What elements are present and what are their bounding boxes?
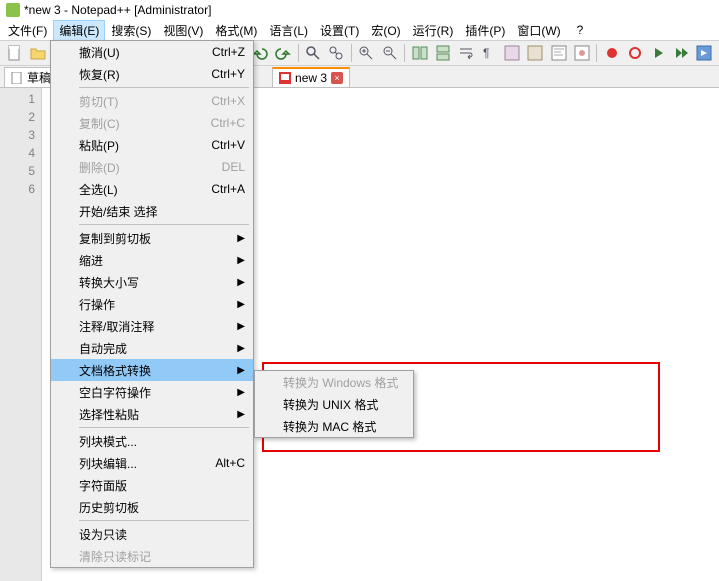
unsaved-icon bbox=[279, 72, 291, 84]
menu-eol-conversion[interactable]: 文档格式转换▶ bbox=[51, 359, 253, 381]
submenu-mac[interactable]: 转换为 MAC 格式 bbox=[255, 415, 413, 437]
indent-guide-icon[interactable] bbox=[502, 42, 523, 64]
tab-label: new 3 bbox=[295, 71, 327, 85]
document-icon bbox=[11, 72, 23, 84]
submenu-unix[interactable]: 转换为 UNIX 格式 bbox=[255, 393, 413, 415]
toolbar-separator bbox=[404, 44, 405, 62]
line-number: 2 bbox=[0, 108, 35, 126]
show-all-chars-icon[interactable]: ¶ bbox=[479, 42, 500, 64]
menu-cut[interactable]: 剪切(T)Ctrl+X bbox=[51, 90, 253, 112]
menu-delete[interactable]: 删除(D)DEL bbox=[51, 156, 253, 178]
menu-autocomplete[interactable]: 自动完成▶ bbox=[51, 337, 253, 359]
submenu-arrow-icon: ▶ bbox=[237, 343, 245, 354]
menu-line-ops[interactable]: 行操作▶ bbox=[51, 293, 253, 315]
menu-language[interactable]: 语言(L) bbox=[263, 20, 314, 41]
menu-run[interactable]: 运行(R) bbox=[407, 20, 460, 41]
toolbar-separator bbox=[298, 44, 299, 62]
function-list-icon[interactable] bbox=[571, 42, 592, 64]
zoom-out-icon[interactable] bbox=[379, 42, 400, 64]
menu-settings[interactable]: 设置(T) bbox=[314, 20, 365, 41]
line-number-gutter: 1 2 3 4 5 6 bbox=[0, 88, 42, 581]
menu-blank-ops[interactable]: 空白字符操作▶ bbox=[51, 381, 253, 403]
line-number: 4 bbox=[0, 144, 35, 162]
zoom-in-icon[interactable] bbox=[356, 42, 377, 64]
menu-set-readonly[interactable]: 设为只读 bbox=[51, 523, 253, 545]
replace-icon[interactable] bbox=[326, 42, 347, 64]
menu-view[interactable]: 视图(V) bbox=[157, 20, 209, 41]
menu-redo[interactable]: 恢复(R)Ctrl+Y bbox=[51, 63, 253, 85]
menu-separator bbox=[79, 87, 249, 88]
line-number: 1 bbox=[0, 90, 35, 108]
wrap-icon[interactable] bbox=[455, 42, 476, 64]
toolbar-separator bbox=[596, 44, 597, 62]
find-icon[interactable] bbox=[303, 42, 324, 64]
menu-search[interactable]: 搜索(S) bbox=[105, 20, 157, 41]
sync-h-icon[interactable] bbox=[432, 42, 453, 64]
menu-window[interactable]: 窗口(W) bbox=[511, 20, 566, 41]
menu-plugins[interactable]: 插件(P) bbox=[459, 20, 511, 41]
line-number: 3 bbox=[0, 126, 35, 144]
submenu-arrow-icon: ▶ bbox=[237, 277, 245, 288]
play-multi-icon[interactable] bbox=[671, 42, 692, 64]
svg-text:¶: ¶ bbox=[483, 46, 489, 60]
new-file-icon[interactable] bbox=[4, 42, 25, 64]
line-number: 5 bbox=[0, 162, 35, 180]
submenu-arrow-icon: ▶ bbox=[237, 365, 245, 376]
menu-undo[interactable]: 撤消(U)Ctrl+Z bbox=[51, 41, 253, 63]
menu-bar: 文件(F) 编辑(E) 搜索(S) 视图(V) 格式(M) 语言(L) 设置(T… bbox=[0, 20, 719, 40]
tab-close-icon[interactable]: × bbox=[331, 72, 343, 84]
record-icon[interactable] bbox=[601, 42, 622, 64]
menu-clipboard-history[interactable]: 历史剪切板 bbox=[51, 496, 253, 518]
menu-paste-special[interactable]: 选择性粘贴▶ bbox=[51, 403, 253, 425]
title-bar: *new 3 - Notepad++ [Administrator] bbox=[0, 0, 719, 20]
menu-begin-end-select[interactable]: 开始/结束 选择 bbox=[51, 200, 253, 222]
menu-separator bbox=[79, 520, 249, 521]
menu-comment[interactable]: 注释/取消注释▶ bbox=[51, 315, 253, 337]
app-icon bbox=[6, 3, 20, 17]
menu-char-panel[interactable]: 字符面版 bbox=[51, 474, 253, 496]
save-macro-icon[interactable] bbox=[694, 42, 715, 64]
submenu-arrow-icon: ▶ bbox=[237, 299, 245, 310]
menu-copy[interactable]: 复制(C)Ctrl+C bbox=[51, 112, 253, 134]
menu-format[interactable]: 格式(M) bbox=[209, 20, 263, 41]
menu-convert-case[interactable]: 转换大小写▶ bbox=[51, 271, 253, 293]
line-number: 6 bbox=[0, 180, 35, 198]
lang-icon[interactable] bbox=[525, 42, 546, 64]
menu-help[interactable]: ? bbox=[571, 21, 590, 39]
menu-macro[interactable]: 宏(O) bbox=[365, 20, 406, 41]
tab-new3[interactable]: new 3 × bbox=[272, 67, 350, 87]
submenu-arrow-icon: ▶ bbox=[237, 409, 245, 420]
menu-separator bbox=[79, 427, 249, 428]
submenu-windows[interactable]: 转换为 Windows 格式 bbox=[255, 371, 413, 393]
menu-copy-clipboard[interactable]: 复制到剪切板▶ bbox=[51, 227, 253, 249]
redo-icon[interactable] bbox=[272, 42, 293, 64]
open-file-icon[interactable] bbox=[27, 42, 48, 64]
submenu-arrow-icon: ▶ bbox=[237, 255, 245, 266]
submenu-arrow-icon: ▶ bbox=[237, 321, 245, 332]
stop-icon[interactable] bbox=[624, 42, 645, 64]
window-title: *new 3 - Notepad++ [Administrator] bbox=[24, 3, 211, 17]
doc-map-icon[interactable] bbox=[548, 42, 569, 64]
submenu-arrow-icon: ▶ bbox=[237, 387, 245, 398]
menu-select-all[interactable]: 全选(L)Ctrl+A bbox=[51, 178, 253, 200]
menu-indent[interactable]: 缩进▶ bbox=[51, 249, 253, 271]
sync-v-icon[interactable] bbox=[409, 42, 430, 64]
menu-separator bbox=[79, 224, 249, 225]
play-icon[interactable] bbox=[647, 42, 668, 64]
menu-column-mode[interactable]: 列块模式... bbox=[51, 430, 253, 452]
menu-paste[interactable]: 粘贴(P)Ctrl+V bbox=[51, 134, 253, 156]
menu-file[interactable]: 文件(F) bbox=[2, 20, 53, 41]
menu-column-editor[interactable]: 列块编辑...Alt+C bbox=[51, 452, 253, 474]
edit-menu-dropdown: 撤消(U)Ctrl+Z 恢复(R)Ctrl+Y 剪切(T)Ctrl+X 复制(C… bbox=[50, 40, 254, 568]
submenu-arrow-icon: ▶ bbox=[237, 233, 245, 244]
menu-edit[interactable]: 编辑(E) bbox=[53, 20, 105, 41]
menu-clear-readonly[interactable]: 清除只读标记 bbox=[51, 545, 253, 567]
eol-conversion-submenu: 转换为 Windows 格式 转换为 UNIX 格式 转换为 MAC 格式 bbox=[254, 370, 414, 438]
toolbar-separator bbox=[351, 44, 352, 62]
